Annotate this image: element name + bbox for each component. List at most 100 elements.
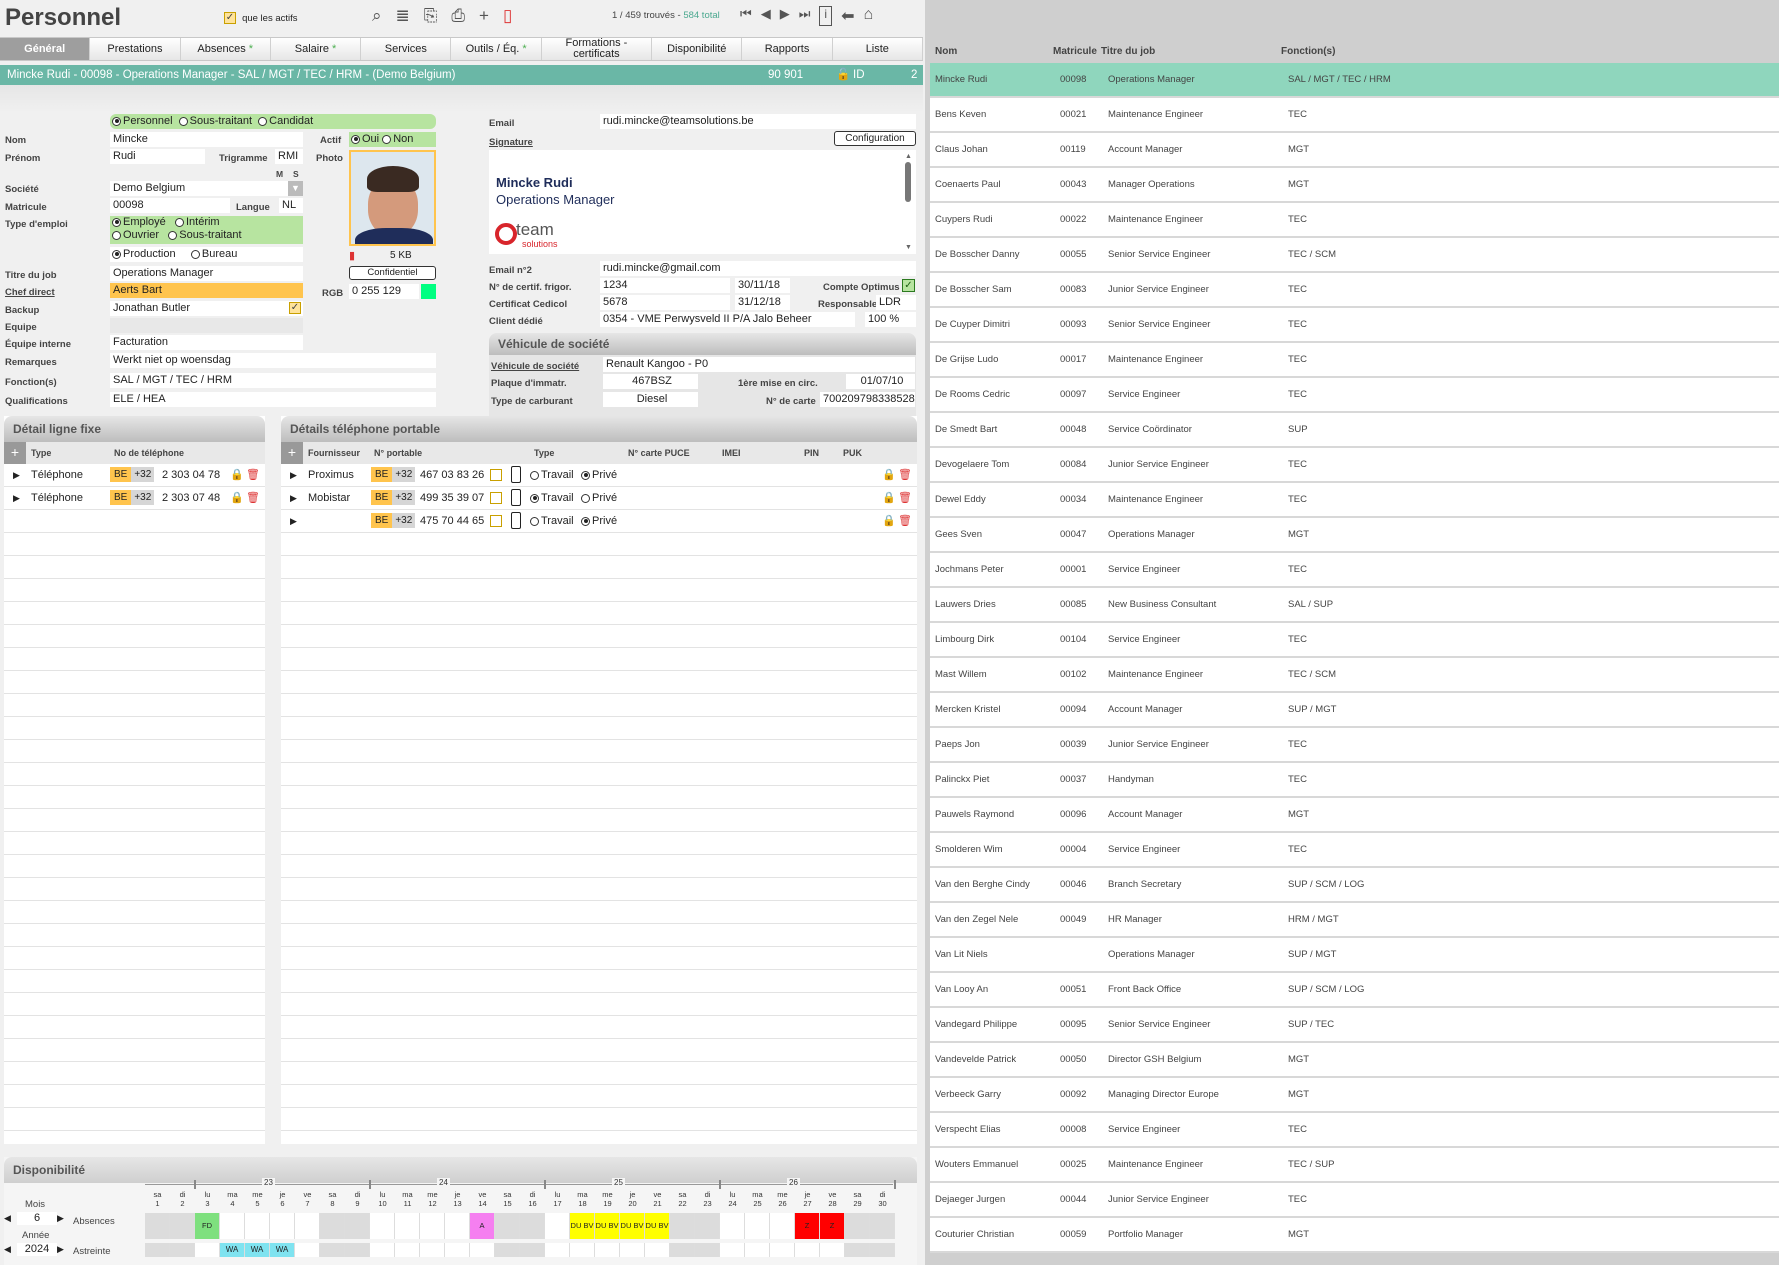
radio-sous-traitant[interactable]: Sous-traitant [178,115,252,127]
astreinte-cell[interactable] [620,1243,645,1257]
astreinte-cell[interactable] [445,1243,470,1257]
list-item[interactable]: Mercken Kristel 00094 Account Manager SUP /… [930,693,1779,728]
lock-icon[interactable]: 🔒 [882,468,896,481]
configuration-button[interactable]: Configuration [834,131,916,146]
vehicule-field[interactable]: Renault Kangoo - P0 [603,357,915,372]
list-item[interactable]: De Bosscher Sam 00083 Junior Service Engin… [930,273,1779,308]
confidentiel-button[interactable]: Confidentiel [349,266,436,280]
expand-row-icon[interactable]: ▶ [290,516,297,527]
list-item[interactable]: Van Looy An 00051 Front Back Office SUP / S… [930,973,1779,1008]
absence-cell[interactable] [670,1213,695,1239]
list-item[interactable]: De Cuyper Dimitri 00093 Senior Service Eng… [930,308,1779,343]
list-item[interactable]: Coenaerts Paul 00043 Manager Operations MGT [930,168,1779,203]
prenom-field[interactable]: Rudi [110,149,205,164]
mobile-phone-row[interactable]: ▶ BE +32 475 70 44 65 Travail Privé 🔒 🗑 [281,510,917,533]
list-item[interactable]: Verspecht Elias 00008 Service Engineer TEC [930,1113,1779,1148]
cedicol-field[interactable]: 5678 [600,295,730,310]
profile-photo[interactable] [349,150,436,246]
radio-ouvrier[interactable]: Ouvrier [112,229,159,241]
prev-record-icon[interactable]: ◀ [761,6,771,26]
absence-cell[interactable]: FD [195,1213,220,1239]
trash-icon[interactable]: 🗑 [898,491,912,504]
premiere-field[interactable]: 01/07/10 [846,374,915,389]
absence-cell[interactable]: Z [820,1213,845,1239]
astreinte-cell[interactable] [820,1243,845,1257]
back-icon[interactable]: ⬅ [841,6,854,26]
chef-field[interactable]: Aerts Bart [110,283,303,298]
astreinte-cell[interactable] [670,1243,695,1257]
country-badge[interactable]: BE +32 [371,467,416,482]
list-item[interactable]: Wouters Emmanuel 00025 Maintenance Enginee… [930,1148,1779,1183]
list-col-titre[interactable]: Titre du job [1101,46,1155,57]
list-item[interactable]: Limbourg Dirk 00104 Service Engineer TEC [930,623,1779,658]
chevron-down-icon[interactable]: ▼ [288,181,303,196]
list-item[interactable]: Van den Berghe Cindy 00046 Branch Secretar… [930,868,1779,903]
astreinte-cell[interactable] [145,1243,170,1257]
last-record-icon[interactable]: ⏭ [799,6,811,26]
fixed-phone-row[interactable]: ▶ Téléphone BE +32 2 303 04 78 🔒 🗑 [4,464,265,487]
annee-field[interactable]: 2024 [17,1243,57,1256]
absence-cell[interactable] [345,1213,370,1239]
next-record-icon[interactable]: ▶ [780,6,790,26]
frigor-field[interactable]: 1234 [600,278,730,293]
mobile-number[interactable]: 499 35 39 07 [420,492,484,504]
tab-rapports[interactable]: Rapports [742,38,833,60]
chef-label[interactable]: Chef direct [5,287,55,298]
absence-cell[interactable] [445,1213,470,1239]
next-month-icon[interactable]: ▶ [57,1213,64,1224]
list-item[interactable]: Claus Johan 00119 Account Manager MGT [930,133,1779,168]
trash-icon[interactable]: 🗑 [898,468,912,481]
radio-prive[interactable]: Privé [581,492,617,504]
astreinte-cell[interactable] [420,1243,445,1257]
email2-field[interactable]: rudi.mincke@gmail.com [600,261,916,276]
astreinte-cell[interactable] [745,1243,770,1257]
expand-row-icon[interactable]: ▶ [290,493,297,504]
prev-year-icon[interactable]: ◀ [4,1244,11,1255]
color-swatch[interactable] [421,284,436,299]
list-item[interactable]: Bens Keven 00021 Maintenance Engineer TEC [930,98,1779,133]
tab-prestations[interactable]: Prestations [90,38,181,60]
absence-cell[interactable] [370,1213,395,1239]
matricule-field[interactable]: 00098 [110,198,230,213]
radio-travail[interactable]: Travail [530,492,574,504]
country-badge[interactable]: BE +32 [110,490,155,505]
absence-cell[interactable]: DU BV [595,1213,620,1239]
astreinte-cell[interactable]: WA [220,1243,245,1257]
next-year-icon[interactable]: ▶ [57,1244,64,1255]
signature-scrollbar[interactable]: ▲ ▼ [905,153,913,251]
add-mobile-phone-button[interactable]: + [281,442,303,464]
lock-icon[interactable]: 🔒 [882,491,896,504]
list-item[interactable]: Van den Zegel Nele 00049 HR Manager HRM / M… [930,903,1779,938]
fixed-phone-row[interactable]: ▶ Téléphone BE +32 2 303 07 48 🔒 🗑 [4,487,265,510]
astreinte-cell[interactable] [520,1243,545,1257]
absence-cell[interactable]: Z [795,1213,820,1239]
list-item[interactable]: Devogelaere Tom 00084 Junior Service Engin… [930,448,1779,483]
radio-employe[interactable]: Employé [112,216,166,228]
list-item[interactable]: Couturier Christian 00059 Portfolio Manage… [930,1218,1779,1253]
plaque-field[interactable]: 467BSZ [603,374,698,389]
list-item[interactable]: Mincke Rudi 00098 Operations Manager SAL / … [930,63,1779,98]
prev-month-icon[interactable]: ◀ [4,1213,11,1224]
only-active-checkbox[interactable]: ✓ [224,12,236,25]
rgb-field[interactable]: 0 255 129 [349,284,419,299]
database-icon[interactable]: ≣ [396,6,410,26]
absence-cell[interactable] [170,1213,195,1239]
list-col-fonctions[interactable]: Fonction(s) [1281,46,1335,57]
export-icon[interactable]: ⎘ [424,6,438,26]
radio-sous-traitant-emploi[interactable]: Sous-traitant [168,229,242,241]
mobile-checkbox[interactable] [490,469,502,481]
astreinte-cell[interactable] [695,1243,720,1257]
absence-cell[interactable] [870,1213,895,1239]
absence-cell[interactable] [845,1213,870,1239]
add-icon[interactable]: + [479,6,489,26]
absence-cell[interactable] [395,1213,420,1239]
list-item[interactable]: Dewel Eddy 00034 Maintenance Engineer TEC [930,483,1779,518]
astreinte-cell[interactable] [345,1243,370,1257]
country-badge[interactable]: BE +32 [110,467,155,482]
carburant-field[interactable]: Diesel [603,392,698,407]
expand-row-icon[interactable]: ▶ [13,470,20,481]
radio-production[interactable]: Production [112,248,176,260]
absence-cell[interactable]: DU BV [570,1213,595,1239]
tab-disponibilite[interactable]: Disponibilité [652,38,743,60]
client-field[interactable]: 0354 - VME Perwysveld II P/A Jalo Beheer [600,312,855,327]
